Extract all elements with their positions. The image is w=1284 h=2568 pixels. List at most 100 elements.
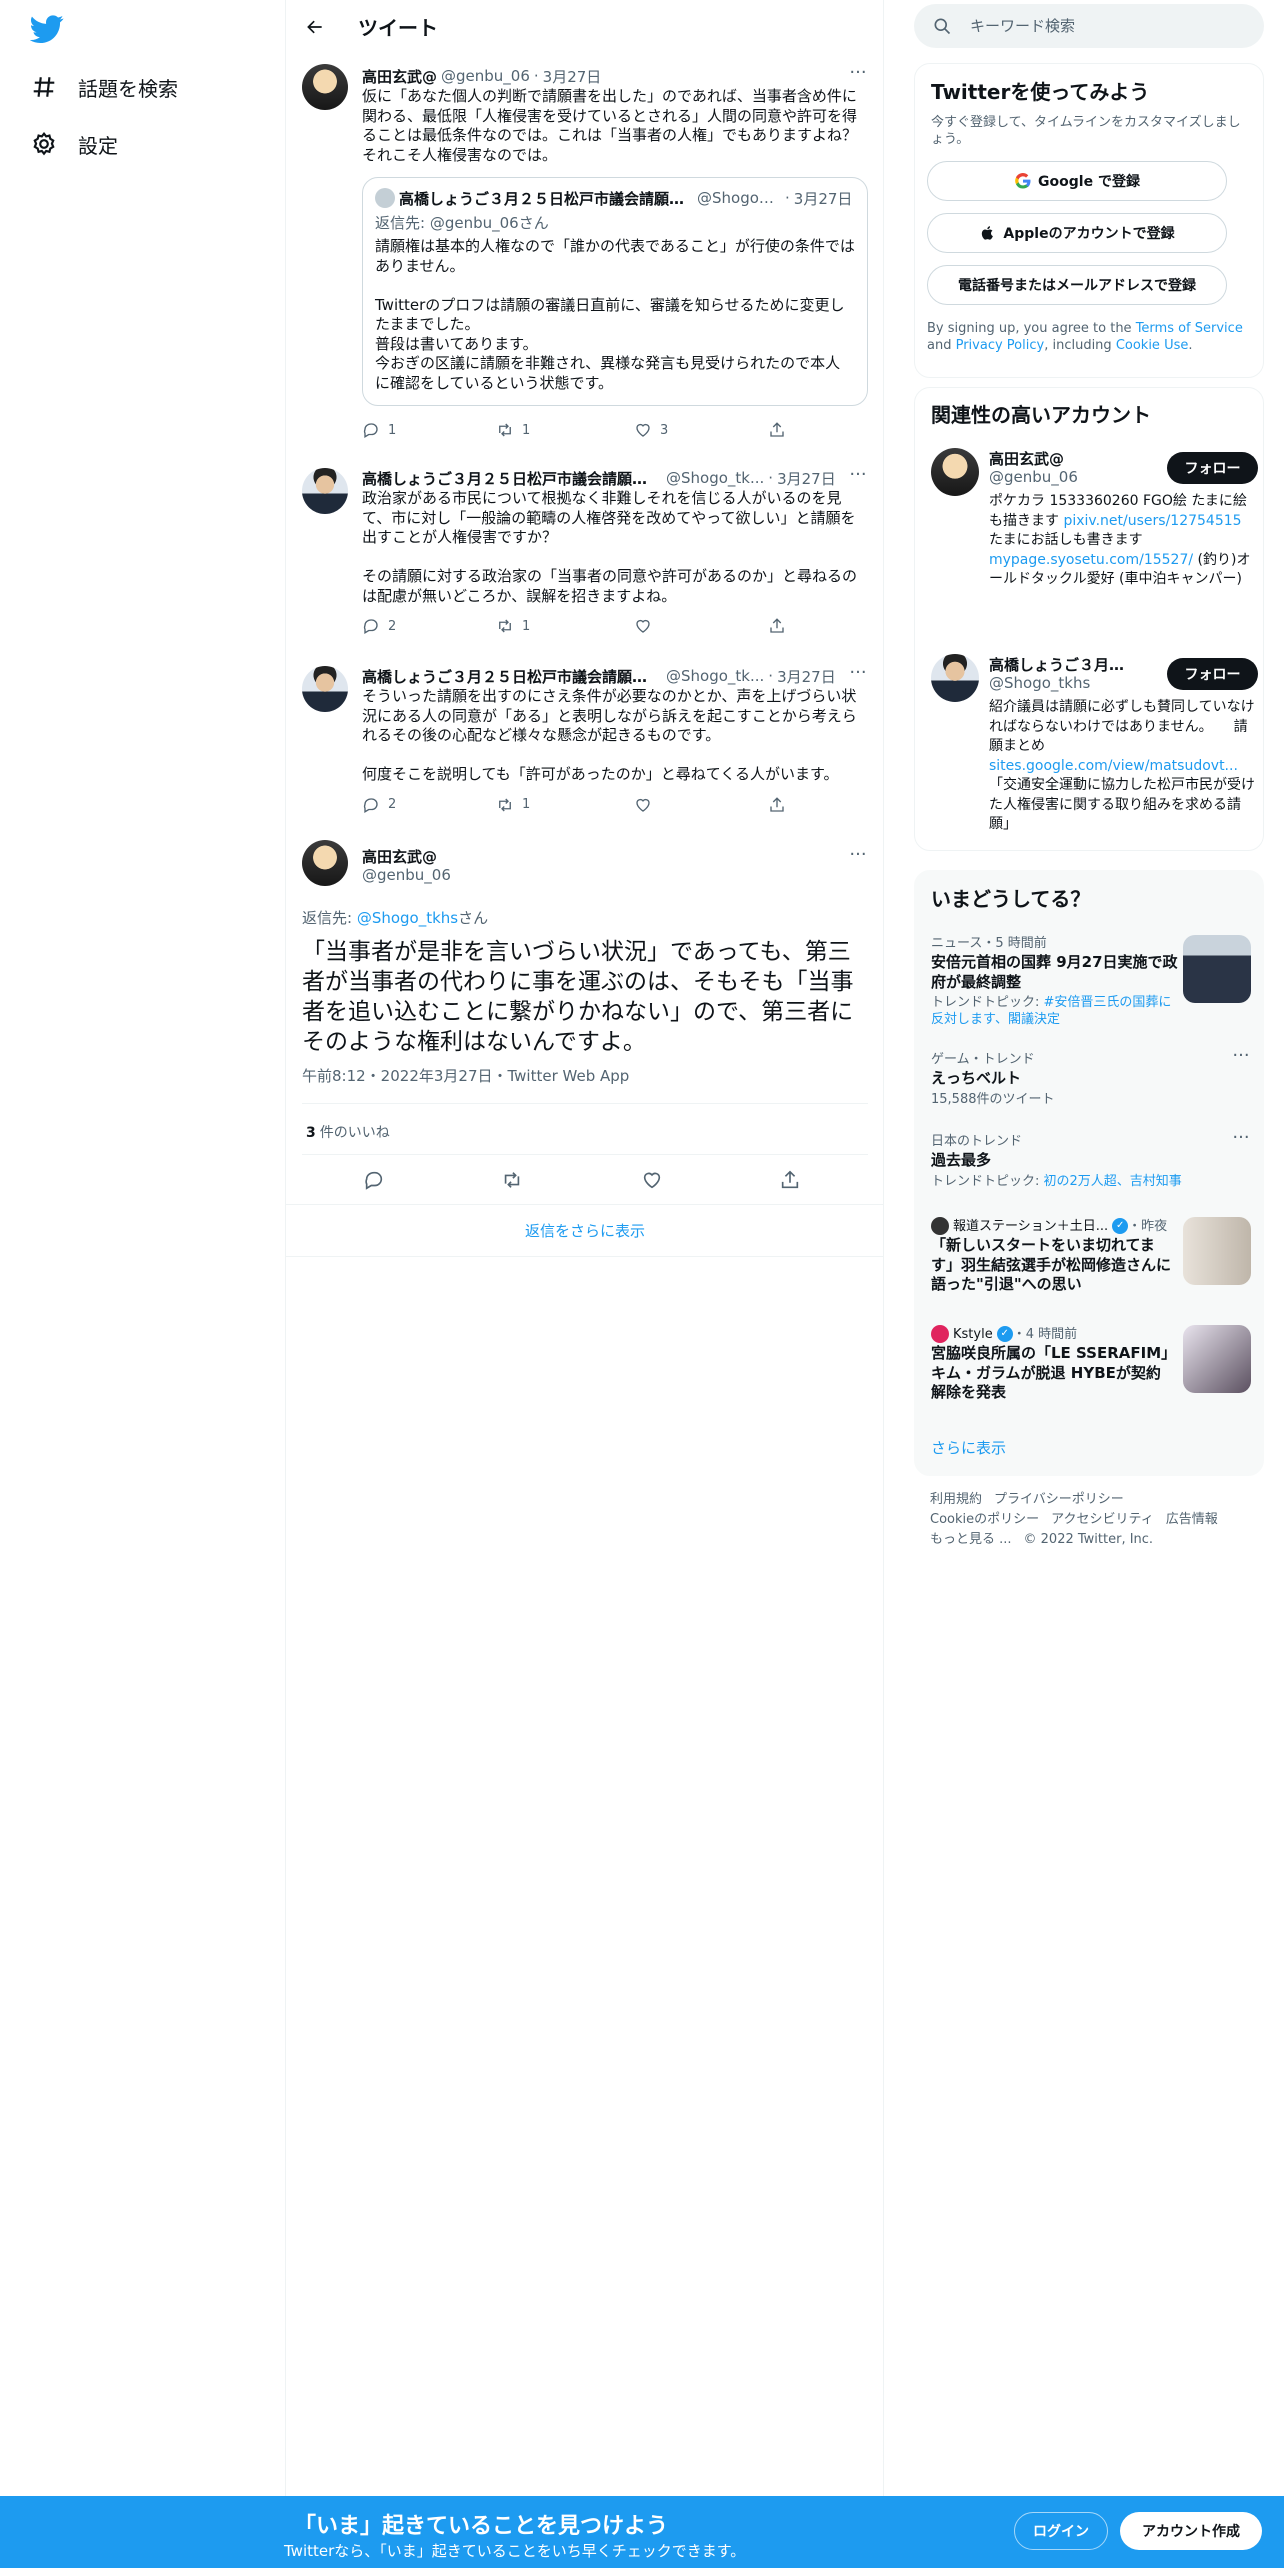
trend-title: えっちベルト	[931, 1069, 1022, 1087]
footer-link[interactable]: 利用規約	[930, 1492, 982, 1507]
reply-suffix: さん	[458, 909, 489, 927]
footer-link[interactable]: Cookieのポリシー	[930, 1512, 1039, 1527]
author-name[interactable]: 高橋しょうご３月２５日松戸市議会請願審...	[362, 666, 662, 686]
more-options-icon[interactable]: ···	[1231, 1129, 1251, 1153]
search-bar[interactable]	[914, 4, 1264, 48]
trend-title: 安倍元首相の国葬 9月27日実施で政府が最終調整	[931, 953, 1178, 991]
button-label: 電話番号またはメールアドレスで登録	[958, 278, 1196, 294]
trend-item[interactable]: Kstyle ✓ ・4 時間前 宮脇咲良所属の「LE SSERAFIM」キム・ガラム…	[931, 1325, 1251, 1403]
panel-title: 関連性の高いアカウント	[931, 403, 1151, 427]
share-button[interactable]	[776, 1166, 804, 1194]
footer-link[interactable]: もっと見る ...	[930, 1532, 1012, 1547]
share-button[interactable]	[768, 420, 794, 440]
privacy-policy-link[interactable]: Privacy Policy	[956, 338, 1045, 353]
account-name[interactable]: 高橋しょうご３月２...	[989, 654, 1139, 675]
author-name[interactable]: 高田玄武@	[362, 846, 437, 867]
retweet-button[interactable]: 1	[496, 420, 530, 440]
author-handle[interactable]: @genbu_06	[441, 67, 530, 85]
more-options-icon[interactable]: ···	[1231, 1047, 1251, 1071]
account-card[interactable]: 高田玄武@ @genbu_06 フォロー ポケカラ 1533360260 FGO…	[931, 448, 1258, 628]
tweet-timestamp[interactable]: 午前8:12・2022年3月27日・Twitter Web App	[302, 1065, 629, 1086]
nav-item-explore[interactable]: 話題を検索	[30, 64, 178, 110]
like-button[interactable]	[634, 616, 660, 636]
trend-topic-link[interactable]: 初の2万人超、吉村知事	[1044, 1174, 1182, 1189]
likes-summary[interactable]: 3 件のいいね	[306, 1122, 390, 1142]
retweet-button[interactable]: 1	[496, 795, 530, 815]
account-name[interactable]: 高田玄武@	[989, 448, 1064, 469]
separator-dot: ·	[768, 667, 774, 685]
avatar[interactable]	[931, 448, 979, 496]
more-options-icon[interactable]: ···	[848, 64, 868, 86]
more-options-icon[interactable]: ···	[848, 844, 868, 865]
avatar[interactable]	[302, 468, 348, 514]
google-signup-button[interactable]: Google で登録	[927, 161, 1227, 201]
avatar[interactable]	[931, 654, 979, 702]
search-input[interactable]	[970, 17, 1240, 35]
page-header: ツイート	[286, 0, 884, 53]
share-button[interactable]	[768, 795, 794, 815]
trend-source: 報道ステーション＋土日... ✓ ・昨夜	[931, 1217, 1171, 1235]
author-handle[interactable]: @Shogo_tk...	[666, 469, 764, 487]
avatar[interactable]	[302, 840, 348, 886]
follow-button[interactable]: フォロー	[1167, 658, 1258, 690]
twitter-bird-icon[interactable]	[29, 12, 70, 52]
nav-item-settings[interactable]: 設定	[30, 121, 118, 167]
account-handle[interactable]: @genbu_06	[989, 468, 1078, 486]
phone-email-signup-button[interactable]: 電話番号またはメールアドレスで登録	[927, 265, 1227, 305]
show-more-replies-link[interactable]: 返信をさらに表示	[286, 1205, 884, 1257]
reply-button[interactable]: 2	[362, 795, 396, 815]
reply-button[interactable]: 2	[362, 616, 396, 636]
bio-link[interactable]: pixiv.net/users/12754515	[1063, 513, 1241, 529]
more-options-icon[interactable]: ···	[848, 466, 868, 488]
reply-icon	[363, 797, 378, 813]
signup-button[interactable]: アカウント作成	[1120, 2512, 1262, 2550]
trend-item[interactable]: 日本のトレンド 過去最多 トレンドトピック: 初の2万人超、吉村知事 ···	[931, 1129, 1251, 1190]
trend-item[interactable]: ニュース・5 時間前 安倍元首相の国葬 9月27日実施で政府が最終調整 トレンド…	[931, 935, 1251, 1028]
retweet-button[interactable]: 1	[496, 616, 530, 636]
trend-item[interactable]: 報道ステーション＋土日... ✓ ・昨夜 「新しいスタートをいま切れてます」羽生結弦…	[931, 1217, 1251, 1295]
follow-button[interactable]: フォロー	[1167, 452, 1258, 484]
reply-button[interactable]: 1	[362, 420, 396, 440]
retweet-count: 1	[522, 618, 531, 634]
login-button[interactable]: ログイン	[1014, 2512, 1108, 2550]
tweet-time[interactable]: 3月27日	[777, 666, 836, 686]
reply-to-link[interactable]: @Shogo_tkhs	[357, 909, 458, 927]
tweet-time[interactable]: 3月27日	[777, 468, 836, 488]
apple-signup-button[interactable]: Appleのアカウントで登録	[927, 213, 1227, 253]
footer-link[interactable]: プライバシーポリシー	[994, 1492, 1124, 1507]
signup-terms: By signing up, you agree to the Terms of…	[927, 320, 1253, 354]
author-name[interactable]: 高橋しょうご３月２５日松戸市議会請願審...	[362, 468, 662, 488]
tweet-text: 仮に「あなた個人の判断で請願書を出した」のであれば、当事者含め件に関わる、最低限…	[362, 87, 858, 164]
retweet-button[interactable]	[498, 1166, 526, 1194]
terms-of-service-link[interactable]: Terms of Service	[1136, 321, 1243, 336]
tweet-time[interactable]: 3月27日	[543, 66, 602, 86]
author-handle[interactable]: @genbu_06	[362, 866, 451, 884]
account-handle[interactable]: @Shogo_tkhs	[989, 674, 1090, 692]
account-card[interactable]: 高橋しょうご３月２... @Shogo_tkhs フォロー 紹介議員は請願に必ず…	[931, 654, 1258, 844]
author-handle[interactable]: @Shogo_tk...	[666, 667, 764, 685]
footer-link[interactable]: アクセシビリティ	[1051, 1512, 1154, 1527]
like-button[interactable]	[638, 1166, 666, 1194]
reply-icon	[365, 1171, 383, 1190]
bio-link[interactable]: sites.google.com/view/matsudovt...	[989, 758, 1238, 774]
share-icon	[781, 1170, 799, 1189]
show-more-trends-link[interactable]: さらに表示	[931, 1437, 1006, 1458]
share-icon	[770, 618, 784, 633]
author-name[interactable]: 高田玄武@	[362, 66, 437, 86]
like-button[interactable]: 3	[634, 420, 668, 440]
bio-link[interactable]: mypage.syosetu.com/15527/	[989, 552, 1193, 568]
more-options-icon[interactable]: ···	[848, 664, 868, 686]
reply-button[interactable]	[360, 1166, 388, 1194]
trend-tweet-count: 15,588件のツイート	[931, 1091, 1055, 1107]
avatar[interactable]	[302, 64, 348, 110]
like-button[interactable]	[634, 795, 660, 815]
cookie-use-link[interactable]: Cookie Use	[1116, 338, 1189, 353]
avatar[interactable]	[302, 666, 348, 712]
share-button[interactable]	[768, 616, 794, 636]
quoted-tweet[interactable]: 高橋しょうご３月２５日松戸市議会請願... @Shogo_t... · 3月27…	[362, 177, 868, 406]
footer-link[interactable]: 広告情報	[1166, 1512, 1218, 1527]
separator-dot: ·	[768, 469, 774, 487]
trend-item[interactable]: ゲーム・トレンド えっちベルト 15,588件のツイート ···	[931, 1047, 1251, 1108]
account-bio: ポケカラ 1533360260 FGO絵 たまに絵も描きます pixiv.net…	[989, 492, 1259, 590]
back-arrow-icon[interactable]	[298, 10, 332, 44]
